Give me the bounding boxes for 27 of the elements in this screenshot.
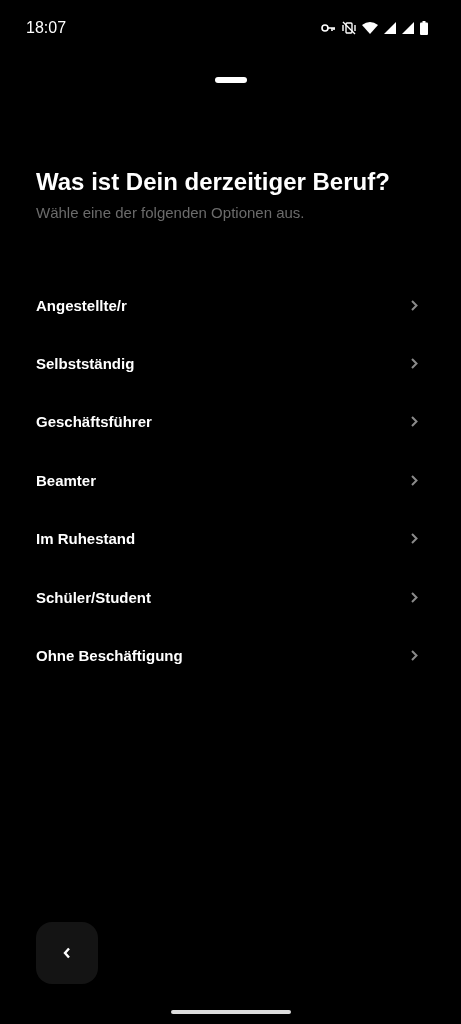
option-item[interactable]: Ohne Beschäftigung: [0, 626, 461, 685]
battery-icon: [420, 21, 428, 35]
wifi-icon: [362, 22, 378, 34]
question-title: Was ist Dein derzeitiger Beruf?: [36, 168, 391, 196]
home-indicator[interactable]: [170, 1010, 291, 1014]
chevron-right-icon: [411, 533, 418, 545]
chevron-right-icon: [411, 591, 418, 603]
chevron-right-icon: [411, 299, 418, 311]
option-item[interactable]: Schüler/Student: [0, 567, 461, 627]
option-item[interactable]: Selbstständig: [0, 334, 461, 393]
status-time: 18:07: [26, 19, 67, 37]
chevron-right-icon: [411, 358, 418, 370]
key-icon: [321, 24, 336, 32]
question-subtitle: Wähle eine der folgenden Optionen aus.: [36, 204, 306, 221]
signal-icon: [384, 22, 396, 34]
chevron-left-icon: [63, 947, 71, 959]
option-item[interactable]: Beamter: [0, 451, 461, 510]
chevron-right-icon: [411, 474, 418, 486]
signal-icon: [402, 22, 414, 34]
option-item[interactable]: Angestellte/r: [0, 276, 461, 335]
option-item[interactable]: Im Ruhestand: [0, 509, 461, 568]
vibrate-off-icon: [342, 21, 356, 35]
drag-handle[interactable]: [214, 77, 247, 83]
chevron-right-icon: [411, 650, 418, 662]
option-item[interactable]: Geschäftsführer: [0, 392, 461, 452]
back-button[interactable]: [36, 922, 98, 984]
chevron-right-icon: [411, 416, 418, 428]
